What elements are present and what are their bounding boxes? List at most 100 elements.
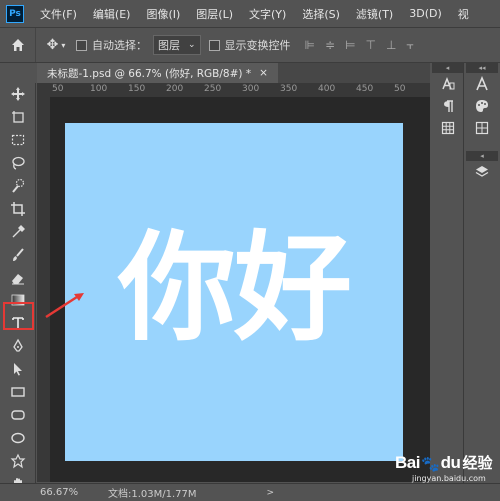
marquee-icon [11, 135, 25, 146]
panel-column-1: ◂ [432, 63, 464, 483]
annotation-arrow [45, 293, 84, 319]
ellipse-icon [11, 432, 25, 443]
jingyan-text: 经验 [462, 454, 493, 472]
horizontal-ruler: 50 100 150 200 250 300 350 400 450 50 [50, 83, 430, 97]
layers-panel-button[interactable] [466, 161, 498, 183]
panel-column-2: ◂◂ ◂ [466, 63, 498, 483]
paw-icon: 🐾 [420, 455, 440, 473]
align-right-icon[interactable]: ⊨ [345, 38, 355, 53]
status-bar: 66.67% 文档:1.03M/1.77M > [0, 483, 500, 501]
character-icon [442, 76, 455, 90]
collapse-icon[interactable]: ◂ [432, 63, 463, 73]
menu-select[interactable]: 选择(S) [294, 6, 348, 22]
lasso-icon [12, 156, 25, 170]
rounded-rect-tool[interactable] [0, 403, 36, 426]
watermark-url: jingyan.baidu.com [412, 474, 486, 483]
path-select-tool[interactable] [0, 358, 36, 381]
close-icon[interactable]: × [259, 67, 268, 79]
rectangle-tool[interactable] [0, 381, 36, 404]
menu-type[interactable]: 文字(Y) [241, 6, 294, 22]
paragraph-panel-button[interactable] [432, 95, 464, 117]
pen-tool[interactable] [0, 335, 36, 358]
document-canvas[interactable]: 你好 [65, 123, 403, 461]
quick-select-tool[interactable] [0, 175, 36, 198]
move-icon [11, 87, 25, 102]
options-bar: ✥ ▾ 自动选择： 图层 ⌄ 显示变换控件 ⊫ ≑ ⊨ ⊤ ⊥ ⫟ [0, 27, 500, 63]
rectangle-icon [11, 387, 25, 397]
swatches-panel-button[interactable] [466, 95, 498, 117]
auto-select-checkbox[interactable]: 自动选择： [76, 37, 147, 53]
menu-view[interactable]: 视 [450, 6, 477, 22]
menu-file[interactable]: 文件(F) [32, 6, 85, 22]
menu-3d[interactable]: 3D(D) [401, 7, 450, 20]
tools-panel [0, 83, 36, 501]
chevron-down-icon: ▾ [61, 40, 66, 50]
grid-icon [441, 121, 455, 135]
panel-spacer [466, 139, 498, 151]
custom-shape-tool[interactable] [0, 449, 36, 472]
right-panel-dock: ◂ ◂◂ ◂ [430, 63, 500, 483]
auto-select-dropdown[interactable]: 图层 ⌄ [153, 35, 201, 55]
document-tab[interactable]: 未标题-1.psd @ 66.7% (你好, RGB/8#) * × [37, 63, 278, 83]
checkbox-box[interactable] [76, 39, 87, 51]
palette-icon [476, 100, 488, 112]
menu-filter[interactable]: 滤镜(T) [348, 6, 401, 22]
rounded-rect-icon [11, 410, 25, 420]
home-icon [11, 39, 24, 51]
ruler-tick: 400 [318, 84, 336, 94]
align-center-icon[interactable]: ≑ [325, 38, 335, 53]
chevron-down-icon: ⌄ [188, 40, 196, 50]
move-tool-preset[interactable]: ✥ ▾ [36, 37, 76, 53]
align-left-icon[interactable]: ⊫ [305, 38, 315, 53]
menu-image[interactable]: 图像(I) [138, 6, 188, 22]
auto-select-label: 自动选择： [92, 39, 147, 52]
status-menu-arrow[interactable]: > [267, 488, 275, 498]
libraries-panel-button[interactable] [466, 117, 498, 139]
photoshop-logo: Ps [6, 4, 24, 23]
table-panel-button[interactable] [432, 117, 464, 139]
ruler-tick: 150 [128, 84, 146, 94]
checkbox-box[interactable] [208, 39, 220, 51]
baidu-logo-text-2: du [440, 453, 461, 472]
canvas-workspace[interactable]: 你好 [50, 97, 430, 482]
auto-select-value: 图层 [158, 39, 180, 52]
marquee-tool[interactable] [0, 129, 36, 152]
align-bottom-icon[interactable]: ⫟ [406, 38, 413, 53]
baidu-logo-text: Bai [395, 453, 420, 472]
move-icon: ✥ [46, 37, 59, 53]
menu-layer[interactable]: 图层(L) [188, 6, 241, 22]
move-tool[interactable] [0, 83, 36, 106]
align-middle-icon[interactable]: ⊥ [386, 38, 396, 53]
eyedropper-tool[interactable] [0, 220, 36, 243]
document-tab-title: 未标题-1.psd @ 66.7% (你好, RGB/8#) * [47, 67, 252, 80]
eraser-tool[interactable] [0, 266, 36, 289]
artboard-tool[interactable] [0, 106, 36, 129]
pen-icon [13, 338, 23, 352]
brush-tool[interactable] [0, 243, 36, 266]
canvas-text-layer[interactable]: 你好 [65, 213, 403, 363]
menu-bar: Ps 文件(F) 编辑(E) 图像(I) 图层(L) 文字(Y) 选择(S) 滤… [0, 0, 500, 27]
grid-icon [475, 121, 489, 135]
document-tabs: 未标题-1.psd @ 66.7% (你好, RGB/8#) * × [37, 63, 430, 83]
ruler-tick: 250 [204, 84, 222, 94]
home-button[interactable] [0, 28, 36, 62]
menu-edit[interactable]: 编辑(E) [85, 6, 139, 22]
ruler-tick: 300 [242, 84, 260, 94]
crop-icon [11, 201, 25, 216]
align-top-icon[interactable]: ⊤ [366, 38, 376, 53]
show-transform-checkbox[interactable]: 显示变换控件 [208, 37, 291, 53]
collapse-icon[interactable]: ◂ [466, 151, 498, 161]
glyphs-panel-button[interactable] [466, 73, 498, 95]
ruler-tick: 450 [356, 84, 374, 94]
ruler-tick: 200 [166, 84, 184, 94]
collapse-icon[interactable]: ◂◂ [466, 63, 498, 73]
eyedropper-icon [12, 224, 25, 238]
document-info: 文档:1.03M/1.77M [108, 489, 197, 500]
crop-tool[interactable] [0, 197, 36, 220]
character-panel-button[interactable] [432, 73, 464, 95]
lasso-tool[interactable] [0, 152, 36, 175]
ruler-tick: 50 [52, 84, 64, 94]
zoom-level[interactable]: 66.67% [40, 487, 96, 498]
brush-icon [13, 248, 24, 261]
ellipse-tool[interactable] [0, 426, 36, 449]
